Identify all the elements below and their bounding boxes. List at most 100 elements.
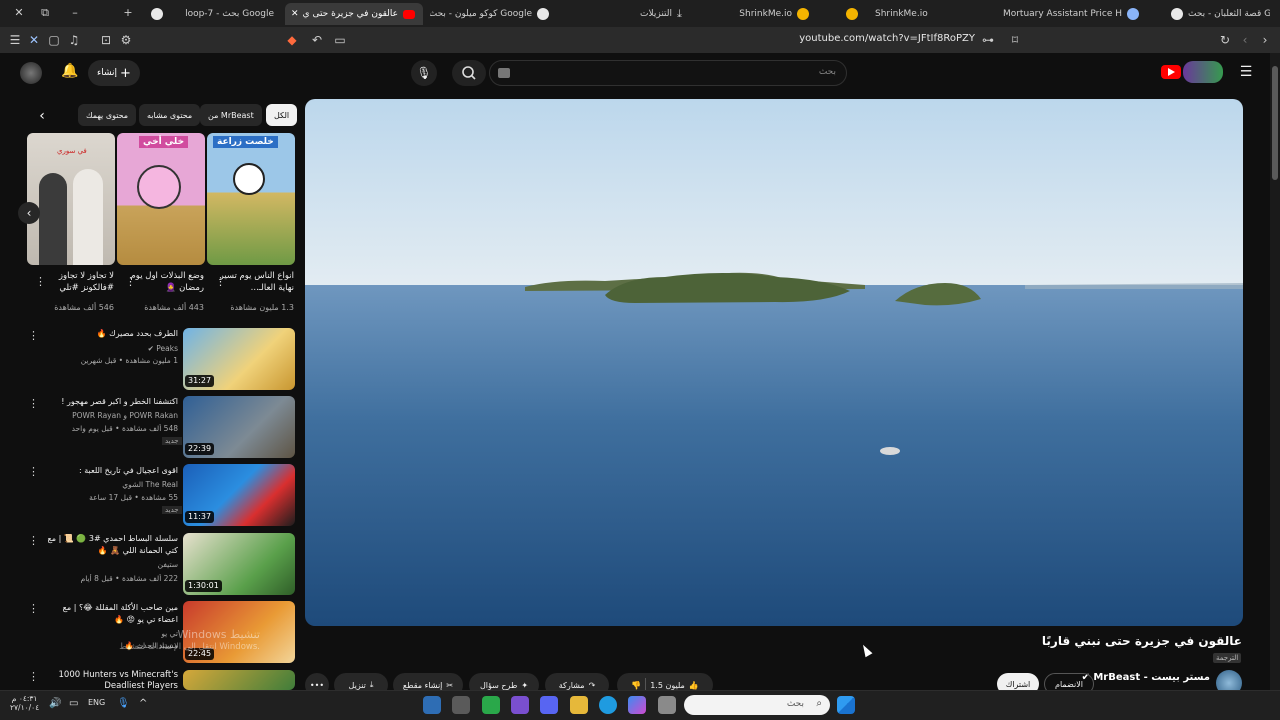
reader-icon[interactable]: ▭ [332,32,348,48]
tab-2[interactable]: The Mortuary Assistant Price H [1000,3,1150,25]
search-input[interactable]: بحث [489,60,847,86]
chips-scroll-left-icon[interactable]: ‹ [32,108,52,124]
create-button[interactable]: إنشاء + [88,60,140,86]
file-explorer-taskbar-icon[interactable] [570,696,588,714]
shorts-prev-button[interactable]: ‹ [18,202,40,224]
extension-icon[interactable]: ✕ [26,32,42,48]
gear-taskbar-icon[interactable] [452,696,470,714]
rec-video-title[interactable]: 1000 Hunters vs Minecraft's Deadliest Pl… [42,670,178,690]
video-player[interactable] [305,99,1243,626]
brave-shield-icon[interactable]: ◆ [284,32,300,48]
short-character [233,163,265,195]
rec-menu-icon[interactable]: ⋮ [28,670,39,684]
download-label: تنزيل [348,680,366,690]
app-taskbar-icon[interactable] [511,696,529,714]
short-thumbnail-3[interactable]: في سوري [27,133,115,265]
rec-channel-name[interactable]: POWR Rakan و POWR Rayan [42,411,178,420]
language-indicator[interactable]: ENG [88,698,105,707]
restore-window-icon[interactable]: ⧉ [36,5,54,21]
tab-active-youtube[interactable]: ✕ عالقون في جزيرة حتى ي [285,3,423,25]
youtube-header: 🔔 إنشاء + 🎙 بحث ☰ [0,53,1270,97]
tab-4[interactable]: ShrinkMe.io [690,3,820,25]
download-icon: ⤓ [369,680,374,689]
link-icon[interactable]: ⊶ [980,32,996,48]
short-thumbnail-1[interactable]: خلصت زراعة [207,133,295,265]
tab-label: The Mortuary Assistant Price H [1000,9,1122,19]
short-views: 546 ألف مشاهدة [54,303,114,312]
discord-taskbar-icon[interactable] [540,696,558,714]
volume-icon[interactable]: 🔊 [49,698,61,709]
rec-menu-icon[interactable]: ⋮ [28,534,39,548]
tab-6[interactable]: كوكو ميلون - بحث Google [430,3,560,25]
rec-menu-icon[interactable]: ⋮ [28,602,39,616]
chip-all[interactable]: الكل [266,104,298,126]
windows-start-icon[interactable] [837,696,855,714]
avatar[interactable] [20,62,42,84]
notifications-bell-icon[interactable]: 🔔 [61,63,78,81]
search-button[interactable] [452,60,486,86]
forward-icon[interactable]: › [1257,32,1273,48]
youtube-logo-icon[interactable] [1161,65,1181,79]
channel-name[interactable]: مستر بيست - MrBeast ✔ [1081,672,1210,683]
copilot-taskbar-icon[interactable] [628,696,646,714]
rec-menu-icon[interactable]: ⋮ [28,329,39,343]
music-icon[interactable]: ♫ [66,32,82,48]
menu-icon[interactable]: ☰ [7,32,23,48]
rec-video-title[interactable]: سلسلة البساط احمدي #3 🟢 📜 | مع كتي الحما… [42,533,179,557]
rec-meta: 1 مليون مشاهدة • قبل شهرين [80,356,178,365]
keyboard-icon[interactable] [498,68,510,78]
tab-3[interactable]: ShrinkMe.io [835,3,985,25]
screenshot-icon[interactable]: ⊡ [98,32,114,48]
clock[interactable]: ٠٤:٣١ م ٢٧/١٠/٠٤ [10,694,39,712]
hamburger-menu-icon[interactable]: ☰ [1238,64,1254,80]
rec-channel-name[interactable]: The Real الشوي [42,480,178,489]
bookmark-icon[interactable]: ⌑ [1007,32,1023,48]
rec-channel-name[interactable]: Peaks ✔ [42,344,178,353]
short-caption: خلصت زراعة [213,136,278,148]
tray-overflow-icon[interactable]: ^ [139,698,147,709]
rec-video-title[interactable]: مين صاحب الأكلة المقللة 😂؟ | مع اعضاء تي… [42,602,178,626]
app-taskbar-icon[interactable] [482,696,500,714]
youtube-doodle-icon[interactable] [1183,61,1223,83]
new-tab-button[interactable]: + [119,5,137,21]
minimize-window-icon[interactable]: ✕ [10,5,28,21]
sidebar-icon[interactable]: ▢ [46,32,62,48]
tab-5[interactable]: التنزيلات ⤓ [560,3,700,25]
settings-icon[interactable]: ⚙ [118,32,134,48]
chip-from-channel[interactable]: من MrBeast [200,104,262,126]
close-tab-icon[interactable]: ✕ [291,9,299,19]
edge-taskbar-icon[interactable] [599,696,617,714]
tab-label: ShrinkMe.io [739,9,792,19]
rec-video-title[interactable]: اقوى اعجيال في تاريخ اللعبة : جلوووووووو… [42,465,178,477]
rec-menu-icon[interactable]: ⋮ [28,465,39,479]
scrollbar-thumb[interactable] [1272,66,1278,180]
microphone-icon[interactable]: 🎙 [117,698,130,709]
short-menu-icon[interactable]: ⋮ [125,275,136,289]
duration-badge: 22:39 [185,443,215,455]
video-thumbnail[interactable] [183,670,295,690]
close-window-icon[interactable]: – [66,5,84,21]
tab-8[interactable]: loop-7 - بحث Google [140,3,280,25]
like-icon[interactable]: 👍 [689,681,699,690]
rec-menu-icon[interactable]: ⋮ [28,397,39,411]
short-menu-icon[interactable]: ⋮ [215,275,226,289]
dislike-icon[interactable]: 👎 [631,681,641,690]
tab-1[interactable]: قصة الثعلبان - بحث Google [1160,3,1270,25]
taskbar-search-input[interactable]: بحث ⌕ [684,695,830,715]
steam-taskbar-icon[interactable] [423,696,441,714]
mouse-cursor-icon [859,642,873,658]
url-field[interactable]: youtube.com/watch?v=JFtIf8RoPZY [760,33,975,44]
short-thumbnail-2[interactable]: خلي أخي [117,133,205,265]
network-icon[interactable]: ▭ [69,698,78,709]
chip-for-you[interactable]: محتوى يهمك [78,104,137,126]
rec-video-title[interactable]: اكتشفنا الخطر و اكبر قصر مهجور ! [42,396,178,408]
reload-icon[interactable]: ↻ [1217,32,1233,48]
share-icon[interactable]: ↶ [309,32,325,48]
chip-related[interactable]: محتوى مشابه [139,104,201,126]
rec-video-title[interactable]: الطرف بحدد مصيرك 🔥 [42,328,178,340]
voice-search-icon[interactable]: 🎙 [411,60,437,86]
short-menu-icon[interactable]: ⋮ [35,275,46,289]
back-icon[interactable]: ‹ [1237,32,1253,48]
task-view-taskbar-icon[interactable] [658,696,676,714]
rec-channel-name[interactable]: ستيفن [42,560,178,569]
